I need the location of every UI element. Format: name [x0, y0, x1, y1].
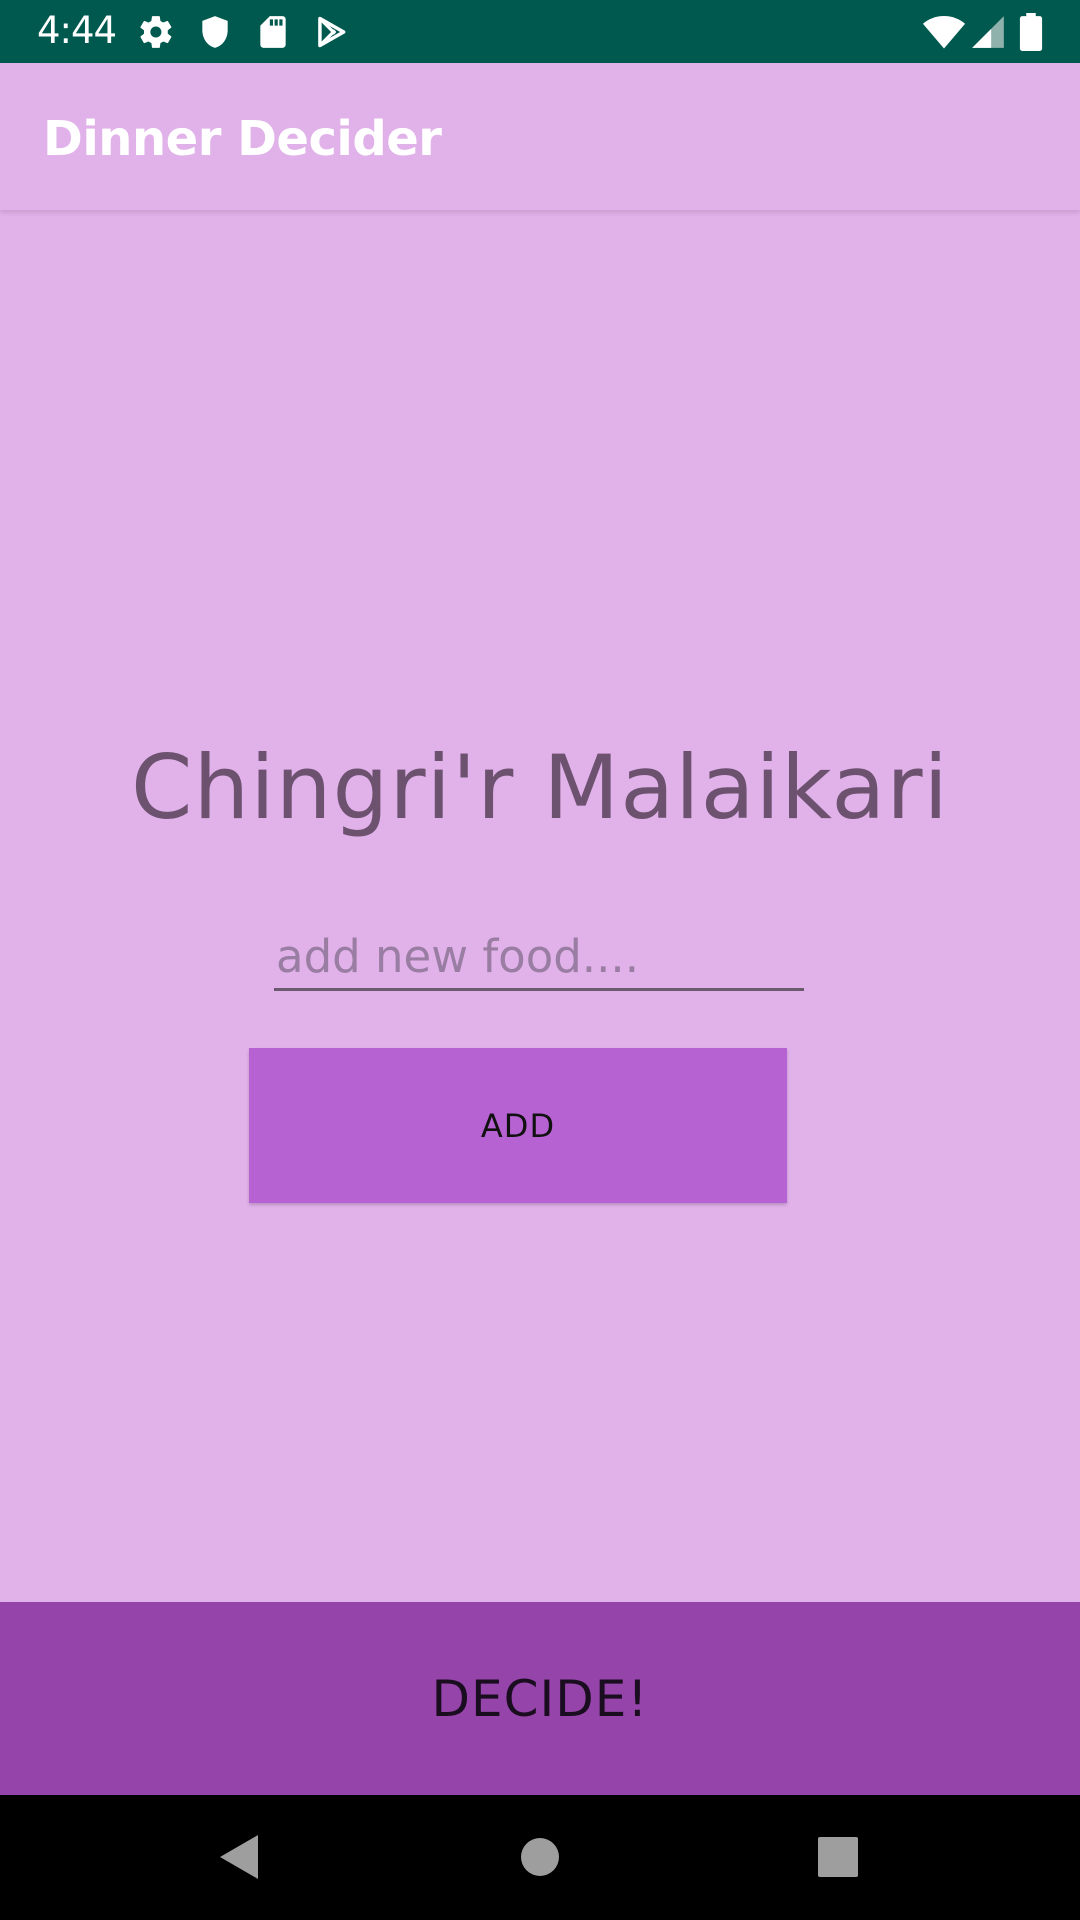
app-title: Dinner Decider [43, 111, 442, 167]
app-bar: Dinner Decider [0, 63, 1080, 210]
settings-icon [137, 13, 175, 51]
navigation-bar [0, 1795, 1080, 1920]
home-icon[interactable] [508, 1825, 572, 1889]
selected-food-label: Chingri'r Malaikari [131, 736, 949, 839]
sd-card-icon [254, 13, 292, 51]
shield-icon [196, 13, 234, 51]
recents-icon[interactable] [806, 1825, 870, 1889]
cell-signal-icon [969, 13, 1007, 51]
play-store-icon [312, 13, 350, 51]
add-button[interactable]: ADD [249, 1048, 787, 1203]
battery-icon [1018, 13, 1044, 52]
status-bar: 4:44 [0, 0, 1080, 63]
new-food-input[interactable] [274, 925, 804, 991]
back-icon[interactable] [206, 1825, 270, 1889]
wifi-icon [922, 13, 966, 51]
decide-button[interactable]: DECIDE! [0, 1602, 1080, 1795]
status-time: 4:44 [37, 9, 117, 52]
